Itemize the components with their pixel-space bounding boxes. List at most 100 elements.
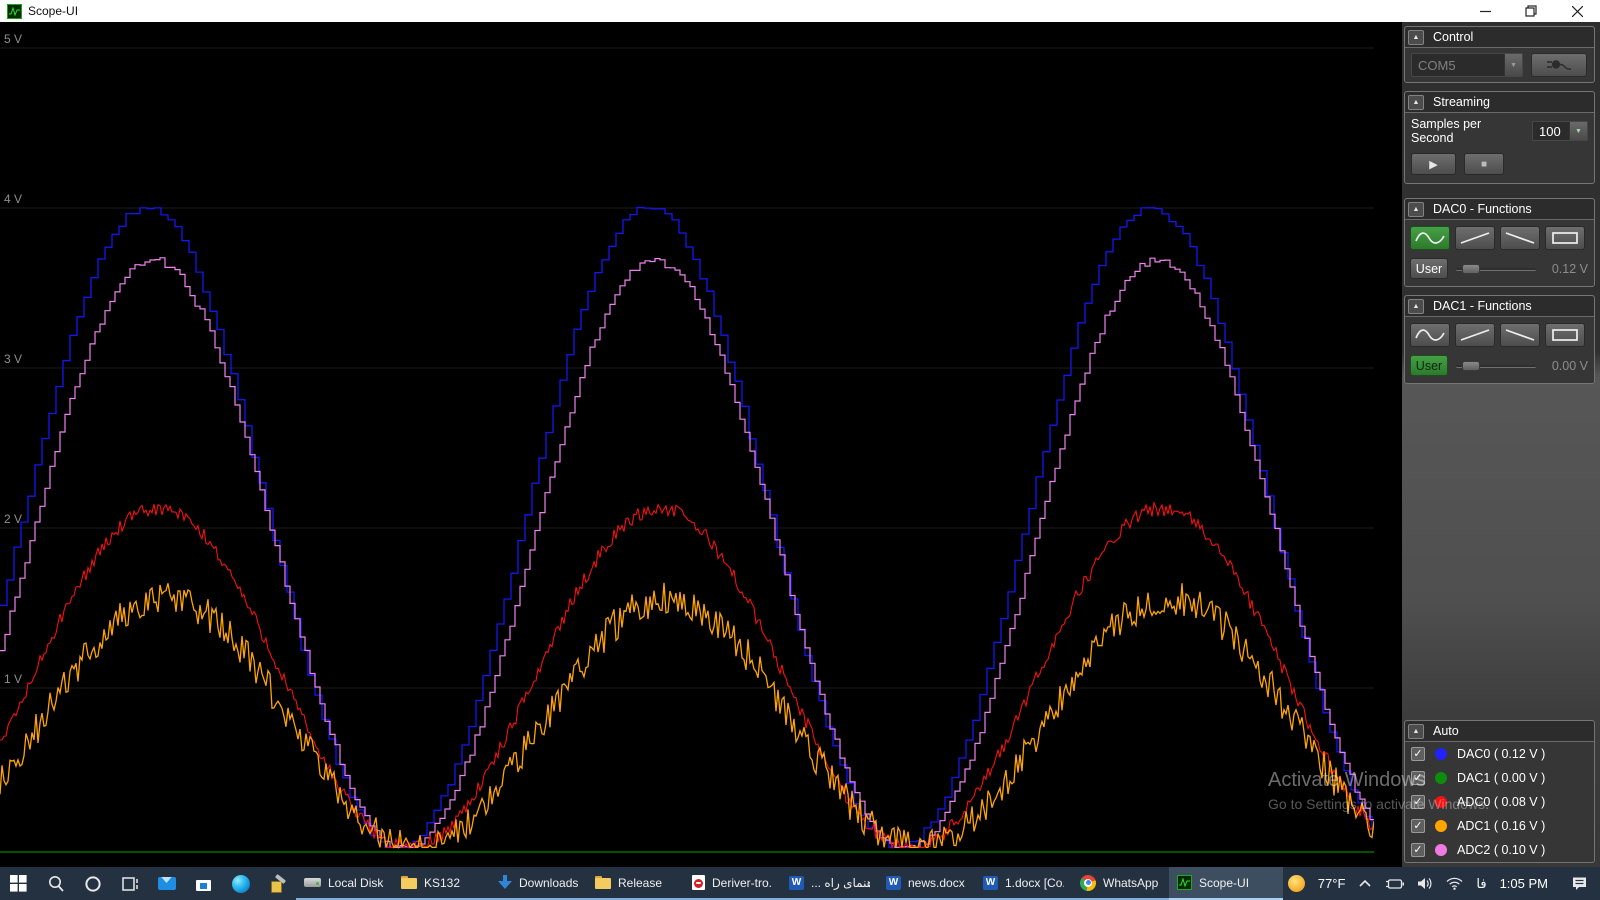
taskbar-button-release[interactable]: Release bbox=[587, 867, 684, 900]
cortana-button[interactable] bbox=[74, 867, 111, 900]
y-axis-label-2v: 2 V bbox=[4, 512, 22, 526]
battery-icon[interactable] bbox=[1385, 878, 1404, 890]
dac1-ramp-down-button[interactable] bbox=[1500, 323, 1540, 347]
taskbar-button-downloads[interactable]: Downloads bbox=[490, 867, 587, 900]
task-view-button[interactable] bbox=[111, 867, 148, 900]
dac1-square-wave-button[interactable] bbox=[1545, 323, 1585, 347]
word-icon: W bbox=[886, 876, 901, 890]
window-title: Scope-UI bbox=[28, 4, 78, 18]
sine-wave-icon bbox=[1413, 326, 1447, 344]
collapse-arrow-icon[interactable]: ▲ bbox=[1408, 95, 1424, 110]
collapse-arrow-icon[interactable]: ▲ bbox=[1408, 30, 1424, 45]
slider-handle[interactable] bbox=[1462, 264, 1480, 274]
adc2-channel-label: ADC2 ( 0.10 V ) bbox=[1457, 843, 1545, 857]
restore-button[interactable] bbox=[1508, 0, 1554, 22]
slider-handle[interactable] bbox=[1462, 361, 1480, 371]
start-button[interactable] bbox=[0, 867, 37, 900]
edge-button[interactable] bbox=[222, 867, 259, 900]
store-icon bbox=[196, 877, 211, 891]
adc2-checkbox[interactable]: ✓ bbox=[1411, 843, 1425, 857]
search-button[interactable] bbox=[37, 867, 74, 900]
taskbar-button-rahnama-doc[interactable]: W ... راهنمای راه bbox=[781, 867, 878, 900]
collapse-arrow-icon[interactable]: ▲ bbox=[1408, 202, 1424, 217]
title-bar: Scope-UI bbox=[0, 0, 1600, 22]
taskbar-button-1-doc[interactable]: W 1.docx [Co... bbox=[975, 867, 1072, 900]
temperature-readout[interactable]: 77°F bbox=[1318, 876, 1346, 891]
mail-button[interactable] bbox=[148, 867, 185, 900]
connect-button[interactable] bbox=[1531, 53, 1587, 77]
adc0-checkbox[interactable]: ✓ bbox=[1411, 795, 1425, 809]
mail-icon bbox=[158, 877, 176, 890]
collapse-arrow-icon[interactable]: ▲ bbox=[1408, 299, 1424, 314]
y-axis-label-4v: 4 V bbox=[4, 192, 22, 206]
trace-adc2 bbox=[0, 258, 1400, 848]
y-axis-label-3v: 3 V bbox=[4, 352, 22, 366]
taskbar-button-label: Scope-UI bbox=[1199, 876, 1249, 890]
dac1-user-button[interactable]: User bbox=[1410, 355, 1448, 376]
weather-sun-icon[interactable] bbox=[1288, 875, 1305, 892]
dac1-sine-wave-button[interactable] bbox=[1410, 323, 1450, 347]
collapse-arrow-icon[interactable]: ▲ bbox=[1408, 724, 1424, 739]
dac0-sine-wave-button[interactable] bbox=[1410, 226, 1450, 250]
dac1-panel-title: DAC1 - Functions bbox=[1433, 299, 1532, 313]
dac0-ramp-up-button[interactable] bbox=[1455, 226, 1495, 250]
dac1-checkbox[interactable]: ✓ bbox=[1411, 771, 1425, 785]
dac0-panel-header: ▲ DAC0 - Functions bbox=[1405, 199, 1594, 220]
tool-hammer-icon bbox=[270, 876, 286, 892]
chevron-down-icon[interactable]: ▼ bbox=[1504, 54, 1522, 76]
minimize-button[interactable] bbox=[1462, 0, 1508, 22]
clock[interactable]: 1:05 PM bbox=[1500, 876, 1548, 891]
taskbar-button-label: news.docx ... bbox=[908, 876, 967, 890]
square-wave-icon bbox=[1548, 229, 1582, 247]
tray-expand-chevron-icon[interactable] bbox=[1358, 879, 1372, 888]
taskbar-button-whatsapp[interactable]: WhatsApp ... bbox=[1072, 867, 1169, 900]
play-button[interactable]: ▶ bbox=[1411, 153, 1456, 175]
action-center-icon[interactable] bbox=[1571, 876, 1588, 891]
dac0-voltage-slider[interactable] bbox=[1456, 263, 1536, 275]
wifi-icon[interactable] bbox=[1446, 877, 1463, 890]
taskbar-button-label: KS132 bbox=[424, 876, 460, 890]
folder-icon bbox=[401, 876, 417, 889]
dac0-channel-label: DAC0 ( 0.12 V ) bbox=[1457, 747, 1545, 761]
task-view-icon bbox=[121, 875, 139, 893]
dac1-voltage-slider[interactable] bbox=[1456, 360, 1536, 372]
taskbar-button-deriver-pdf[interactable]: Deriver-tro... bbox=[684, 867, 781, 900]
language-indicator[interactable]: فا bbox=[1476, 876, 1486, 892]
control-panel: ▲ Control COM5 ▼ bbox=[1404, 26, 1595, 83]
dac0-functions-panel: ▲ DAC0 - Functions User 0.12 V bbox=[1404, 198, 1595, 287]
ramp-down-icon bbox=[1503, 326, 1537, 344]
adc1-checkbox[interactable]: ✓ bbox=[1411, 819, 1425, 833]
dac1-functions-panel: ▲ DAC1 - Functions User 0.00 V bbox=[1404, 295, 1595, 384]
dac0-color-dot bbox=[1435, 748, 1447, 760]
folder-icon bbox=[595, 876, 611, 889]
dac0-checkbox[interactable]: ✓ bbox=[1411, 747, 1425, 761]
edge-icon bbox=[232, 875, 250, 893]
ramp-up-icon bbox=[1458, 229, 1492, 247]
samples-per-second-value: 100 bbox=[1533, 124, 1569, 139]
dac0-square-wave-button[interactable] bbox=[1545, 226, 1585, 250]
taskbar-button-news-doc[interactable]: W news.docx ... bbox=[878, 867, 975, 900]
dac0-ramp-down-button[interactable] bbox=[1500, 226, 1540, 250]
taskbar-button-local-disk[interactable]: Local Disk ... bbox=[296, 867, 393, 900]
system-tray: 77°F فا 1:05 PM bbox=[1288, 867, 1600, 900]
com-port-select[interactable]: COM5 ▼ bbox=[1411, 53, 1523, 77]
stop-button[interactable]: ■ bbox=[1464, 153, 1504, 175]
chevron-down-icon[interactable]: ▼ bbox=[1569, 122, 1587, 140]
utility-tool-button[interactable] bbox=[259, 867, 296, 900]
dac1-ramp-up-button[interactable] bbox=[1455, 323, 1495, 347]
adc1-color-dot bbox=[1435, 820, 1447, 832]
speaker-icon[interactable] bbox=[1417, 877, 1433, 890]
samples-per-second-select[interactable]: 100 ▼ bbox=[1532, 121, 1588, 141]
taskbar-button-label: ... راهنمای راه bbox=[811, 876, 870, 890]
taskbar-button-scope-ui[interactable]: Scope-UI bbox=[1169, 867, 1283, 900]
control-panel-header: ▲ Control bbox=[1405, 27, 1594, 48]
dac1-channel-label: DAC1 ( 0.00 V ) bbox=[1457, 771, 1545, 785]
channel-row-dac0: ✓ DAC0 ( 0.12 V ) bbox=[1405, 742, 1594, 766]
close-button[interactable] bbox=[1554, 0, 1600, 22]
taskbar-button-ks132[interactable]: KS132 bbox=[393, 867, 490, 900]
search-icon bbox=[47, 875, 65, 893]
store-button[interactable] bbox=[185, 867, 222, 900]
dac0-user-button[interactable]: User bbox=[1410, 258, 1448, 279]
waveform-canvas bbox=[0, 22, 1402, 867]
y-axis-label-5v: 5 V bbox=[4, 32, 22, 46]
